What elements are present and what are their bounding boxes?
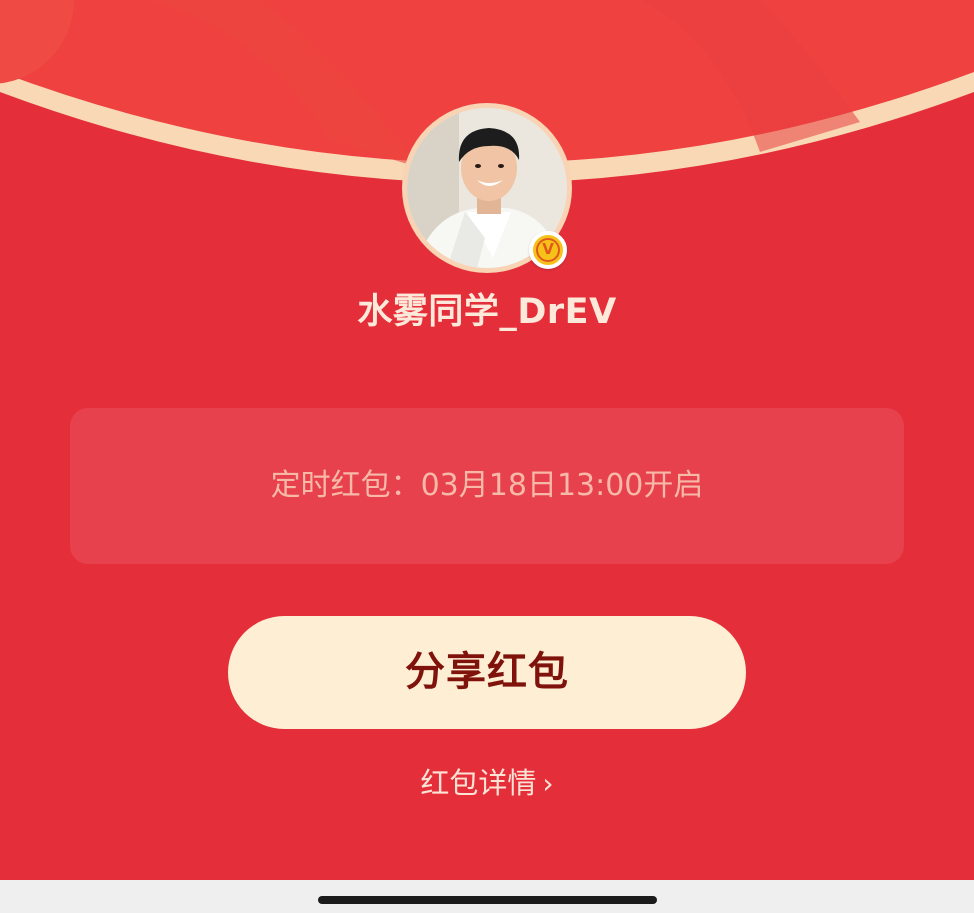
verified-mark: V [536,238,560,262]
sender-username: 水雾同学_DrEV [357,292,617,332]
scheduled-open-text: 定时红包：03月18日13:00开启 [270,468,704,503]
details-label: 红包详情 [420,766,537,800]
red-envelope: V 水雾同学_DrEV 定时红包：03月18日13:00开启 分享红包 红包详情… [0,0,974,880]
envelope-details-link[interactable]: 红包详情 › [0,760,974,802]
home-indicator[interactable] [318,896,657,904]
share-envelope-button[interactable]: 分享红包 [228,616,746,729]
chevron-right-icon: › [542,767,554,800]
envelope-info-box: 定时红包：03月18日13:00开启 [70,408,904,564]
verified-badge-icon: V [529,231,567,269]
